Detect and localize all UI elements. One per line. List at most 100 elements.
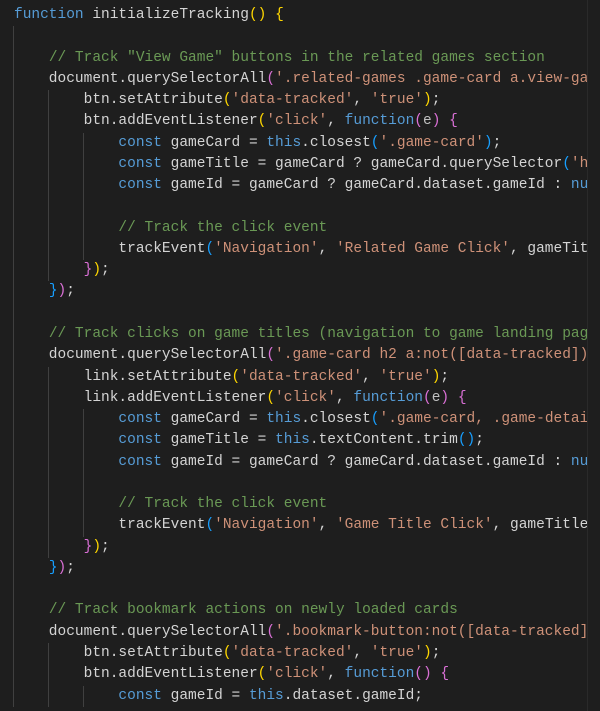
keyword-token: const	[118, 453, 162, 470]
bracket-token: (	[266, 389, 276, 406]
keyword-token: function	[353, 389, 423, 406]
bracket-token: (	[222, 92, 232, 109]
blank-line[interactable]	[0, 472, 600, 495]
string-token: 'click'	[266, 113, 328, 130]
indent-guide	[47, 260, 49, 282]
code-token: ;	[66, 283, 75, 300]
keyword-token: function	[14, 7, 84, 23]
string-token: 'Game Title Click'	[335, 517, 493, 534]
code-token: .textContent.trim	[309, 432, 458, 449]
keyword-token: function	[344, 113, 415, 130]
code-line[interactable]: const gameTitle = gameCard ? gameCard.qu…	[0, 153, 600, 176]
code-token: ;	[431, 92, 441, 109]
blank-line[interactable]	[0, 579, 600, 601]
code-line[interactable]: });	[0, 281, 600, 303]
code-line[interactable]: trackEvent('Navigation', 'Related Game C…	[0, 238, 600, 261]
indent-guide	[13, 409, 14, 431]
code-editor[interactable]: function initializeTracking() { // Track…	[0, 5, 600, 707]
code-line[interactable]: btn.addEventListener('click', function()…	[0, 664, 600, 686]
code-line[interactable]: const gameCard = this.closest('.game-car…	[0, 409, 600, 431]
code-line[interactable]: document.querySelectorAll('.bookmark-but…	[0, 621, 600, 643]
string-token: 'click'	[266, 666, 328, 683]
code-line[interactable]: const gameId = gameCard ? gameCard.datas…	[0, 451, 600, 473]
code-line[interactable]: btn.setAttribute('data-tracked', 'true')…	[0, 90, 600, 112]
indent-guide	[47, 515, 49, 537]
code-line[interactable]: // Track bookmark actions on newly loade…	[0, 600, 600, 622]
indent-guide	[47, 430, 49, 452]
code-line[interactable]: document.querySelectorAll('.game-card h2…	[0, 345, 600, 367]
blank-line[interactable]	[0, 302, 600, 324]
code-line[interactable]: trackEvent('Navigation', 'Game Title Cli…	[0, 515, 600, 537]
keyword-token: const	[118, 177, 162, 194]
indent-guide	[13, 579, 14, 601]
bracket-token: )	[423, 92, 432, 109]
code-token: gameTitle =	[161, 432, 276, 449]
blank-line[interactable]	[0, 26, 600, 48]
bracket-token: (	[205, 240, 215, 257]
code-token: ,	[335, 389, 354, 406]
indent-guide	[13, 323, 14, 346]
code-token: document.querySelectorAll	[14, 70, 267, 87]
indent-guide	[13, 217, 14, 239]
code-line[interactable]: link.addEventListener('click', function(…	[0, 387, 600, 410]
blank-line[interactable]	[0, 196, 600, 218]
code-line[interactable]: });	[0, 557, 600, 580]
code-line[interactable]: link.setAttribute('data-tracked', 'true'…	[0, 366, 600, 388]
indent-guide	[13, 472, 14, 495]
string-token: 'true'	[370, 92, 423, 109]
code-line[interactable]: const gameTitle = this.textContent.trim(…	[0, 430, 600, 452]
code-token: link.setAttribute	[14, 368, 232, 385]
indent-guide	[47, 111, 49, 133]
code-token: gameTitle = gameCard ? gameCard.querySel…	[161, 155, 563, 172]
code-token: .dataset.gameId;	[283, 687, 423, 704]
keyword-token: this	[275, 432, 310, 449]
code-line[interactable]: const gameCard = this.closest('.game-car…	[0, 132, 600, 154]
code-line[interactable]: btn.setAttribute('data-tracked', 'true')…	[0, 642, 600, 665]
code-token: btn.addEventListener	[14, 666, 258, 683]
string-token: 'Related Game Click'	[335, 240, 510, 257]
indent-guide	[47, 90, 49, 112]
string-token: 'true'	[370, 644, 423, 661]
code-token: gameId =	[161, 687, 249, 704]
bracket-token: (	[266, 623, 276, 640]
code-line[interactable]: function initializeTracking() {	[0, 5, 600, 26]
code-line[interactable]: btn.addEventListener('click', function(e…	[0, 111, 600, 133]
bracket-token: )	[92, 538, 102, 555]
code-token: , gameTitl	[510, 240, 598, 257]
indent-guide	[13, 153, 14, 176]
indent-guide	[13, 642, 14, 665]
indent-guide	[13, 664, 14, 686]
bracket-token: ()	[248, 7, 267, 23]
bracket-token: {	[440, 666, 450, 683]
code-line[interactable]: document.querySelectorAll('.related-game…	[0, 68, 600, 91]
code-line[interactable]: });	[0, 260, 600, 282]
bracket-token: (	[266, 70, 276, 87]
comment-token: // Track the click event	[118, 219, 328, 236]
code-line[interactable]: // Track the click event	[0, 494, 600, 516]
code-line[interactable]: });	[0, 536, 600, 558]
comment-token: // Track bookmark actions on newly loade…	[48, 602, 458, 619]
keyword-token: const	[118, 155, 162, 172]
indent-guide	[47, 387, 49, 410]
bracket-token: )	[423, 644, 432, 661]
code-token: btn.setAttribute	[14, 92, 223, 109]
vertical-scrollbar[interactable]	[587, 0, 600, 711]
indent-guide	[13, 430, 14, 452]
code-line[interactable]: // Track the click event	[0, 217, 600, 239]
bracket-token: ()	[414, 666, 432, 683]
code-line[interactable]: const gameId = gameCard ? gameCard.datas…	[0, 175, 600, 197]
code-line[interactable]: // Track clicks on game titles (navigati…	[0, 323, 600, 346]
code-line[interactable]: // Track "View Game" buttons in the rela…	[0, 47, 600, 69]
indent-guide	[47, 642, 49, 665]
code-token: ;	[101, 262, 110, 279]
code-token: ;	[101, 538, 110, 555]
bracket-token: (	[370, 411, 380, 428]
code-token: ,	[327, 666, 345, 683]
code-line[interactable]: const gameId = this.dataset.gameId;	[0, 685, 600, 707]
code-token: gameCard =	[161, 134, 267, 151]
code-token: gameId = gameCard ? gameCard.dataset.gam…	[161, 453, 571, 470]
